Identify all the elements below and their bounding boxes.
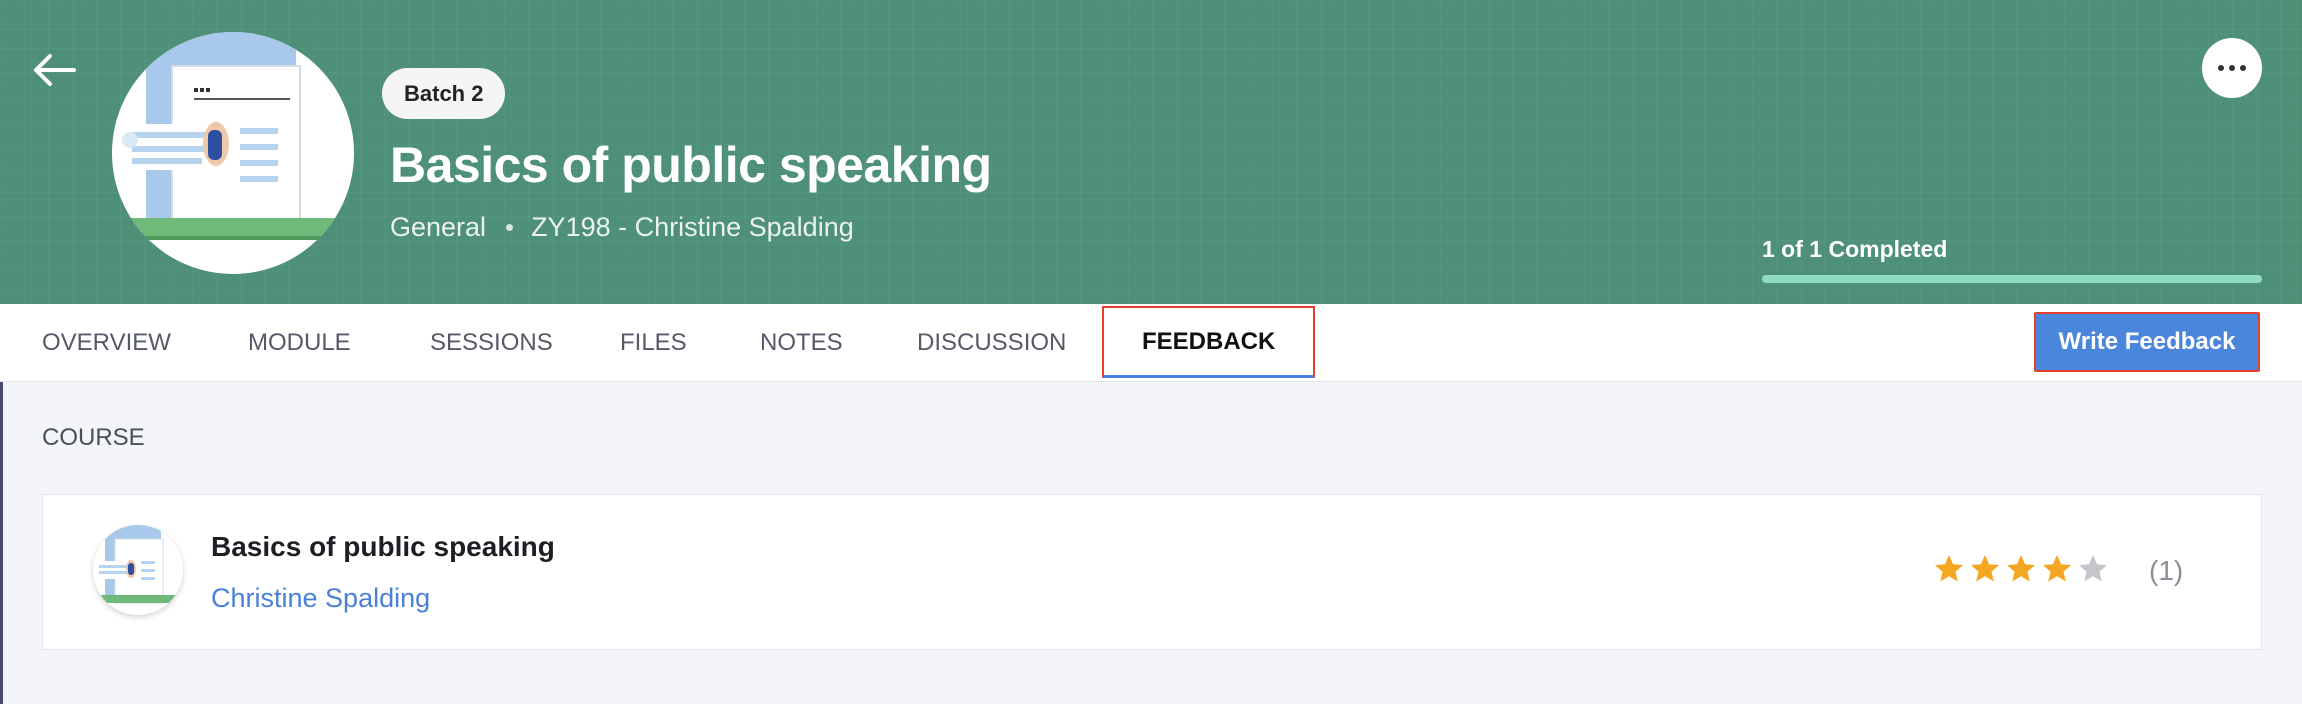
tab-notes[interactable]: NOTES <box>760 304 843 382</box>
course-thumbnail <box>112 32 354 274</box>
write-feedback-button[interactable]: Write Feedback <box>2034 312 2260 372</box>
separator-dot <box>506 224 514 231</box>
tab-feedback[interactable]: FEEDBACK <box>1102 306 1316 378</box>
rating-count: (1) <box>2149 555 2184 586</box>
tab-bar: OVERVIEW MODULE SESSIONS FILES NOTES DIS… <box>0 304 2302 382</box>
progress-bar <box>1762 275 2262 283</box>
page-title: Basics of public speaking <box>390 137 992 193</box>
course-header-banner: Batch 2 Basics of public speaking Genera… <box>0 0 2302 304</box>
course-card-thumbnail <box>93 525 183 615</box>
course-card-title: Basics of public speaking <box>211 531 555 562</box>
star-icon <box>1935 555 1963 582</box>
progress-label: 1 of 1 Completed <box>1762 236 1948 262</box>
progress-bar-fill <box>1762 275 2262 283</box>
course-code-instructor: ZY198 - Christine Spalding <box>531 212 854 242</box>
star-rating <box>1933 553 2109 585</box>
star-icon <box>2007 555 2035 582</box>
tab-sessions[interactable]: SESSIONS <box>430 304 553 382</box>
tab-overview[interactable]: OVERVIEW <box>42 304 171 382</box>
tab-discussion[interactable]: DISCUSSION <box>917 304 1066 382</box>
course-category: General <box>390 212 487 242</box>
arrow-left-icon <box>34 54 76 86</box>
instructor-link[interactable]: Christine Spalding <box>211 583 430 614</box>
tab-module[interactable]: MODULE <box>248 304 351 382</box>
star-icon <box>1971 555 1999 582</box>
course-subline: General ZY198 - Christine Spalding <box>390 212 854 243</box>
star-icon <box>2079 555 2107 582</box>
star-icon <box>2043 555 2071 582</box>
back-button[interactable] <box>30 48 80 92</box>
more-horizontal-icon <box>2218 65 2246 71</box>
section-heading: COURSE <box>42 424 145 451</box>
tab-files[interactable]: FILES <box>620 304 687 382</box>
more-options-button[interactable] <box>2202 38 2262 98</box>
course-feedback-card[interactable]: Basics of public speaking Christine Spal… <box>42 494 2262 650</box>
batch-badge: Batch 2 <box>382 68 506 119</box>
